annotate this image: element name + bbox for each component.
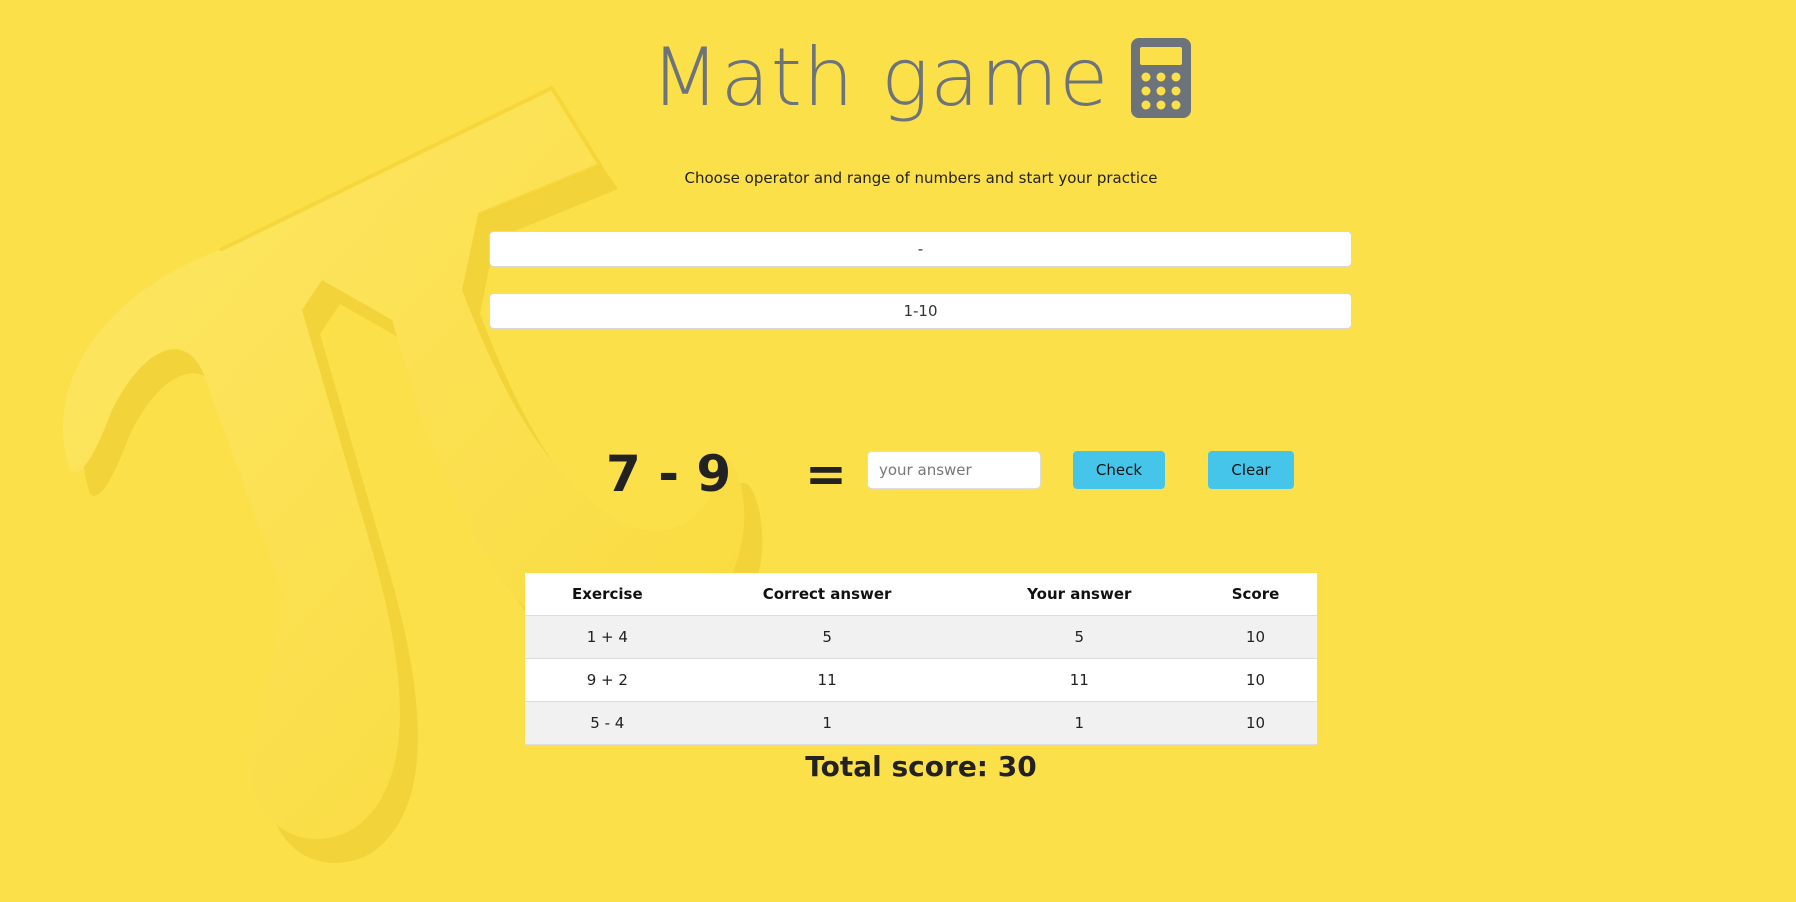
operator-select[interactable]: - xyxy=(489,231,1352,267)
subtitle: Choose operator and range of numbers and… xyxy=(684,169,1158,187)
cell-correct-answer: 11 xyxy=(689,658,965,702)
cell-score: 10 xyxy=(1194,615,1317,659)
cell-exercise: 1 + 4 xyxy=(525,615,690,659)
table-header-row: Exercise Correct answer Your answer Scor… xyxy=(525,573,1317,616)
answer-input[interactable] xyxy=(867,451,1041,489)
title-text: Math game xyxy=(650,31,1110,124)
cell-your-answer: 11 xyxy=(964,658,1195,702)
cell-score: 10 xyxy=(1194,658,1317,702)
cell-exercise: 9 + 2 xyxy=(525,658,690,702)
header-your-answer: Your answer xyxy=(964,573,1195,616)
clear-button[interactable]: Clear xyxy=(1208,451,1294,489)
table-row: 1 + 4 5 5 10 xyxy=(525,615,1317,659)
current-exercise: 7 - 9 xyxy=(606,445,732,503)
cell-correct-answer: 5 xyxy=(689,615,965,659)
cell-exercise: 5 - 4 xyxy=(525,701,690,745)
header-score: Score xyxy=(1194,573,1317,616)
table-row: 9 + 2 11 11 10 xyxy=(525,658,1317,702)
total-score: Total score: 30 xyxy=(805,750,1037,783)
header-correct-answer: Correct answer xyxy=(689,573,965,616)
check-button[interactable]: Check xyxy=(1073,451,1165,489)
calculator-icon xyxy=(1131,38,1192,118)
cell-your-answer: 5 xyxy=(964,615,1195,659)
equals-sign: = xyxy=(805,445,847,503)
range-select[interactable]: 1-10 xyxy=(489,293,1352,329)
results-table: Exercise Correct answer Your answer Scor… xyxy=(525,573,1317,745)
cell-correct-answer: 1 xyxy=(689,701,965,745)
header-exercise: Exercise xyxy=(525,573,690,616)
cell-your-answer: 1 xyxy=(964,701,1195,745)
title-container: Math game xyxy=(0,38,1796,118)
cell-score: 10 xyxy=(1194,701,1317,745)
table-row: 5 - 4 1 1 10 xyxy=(525,701,1317,745)
page-title: Math game xyxy=(651,38,1192,118)
